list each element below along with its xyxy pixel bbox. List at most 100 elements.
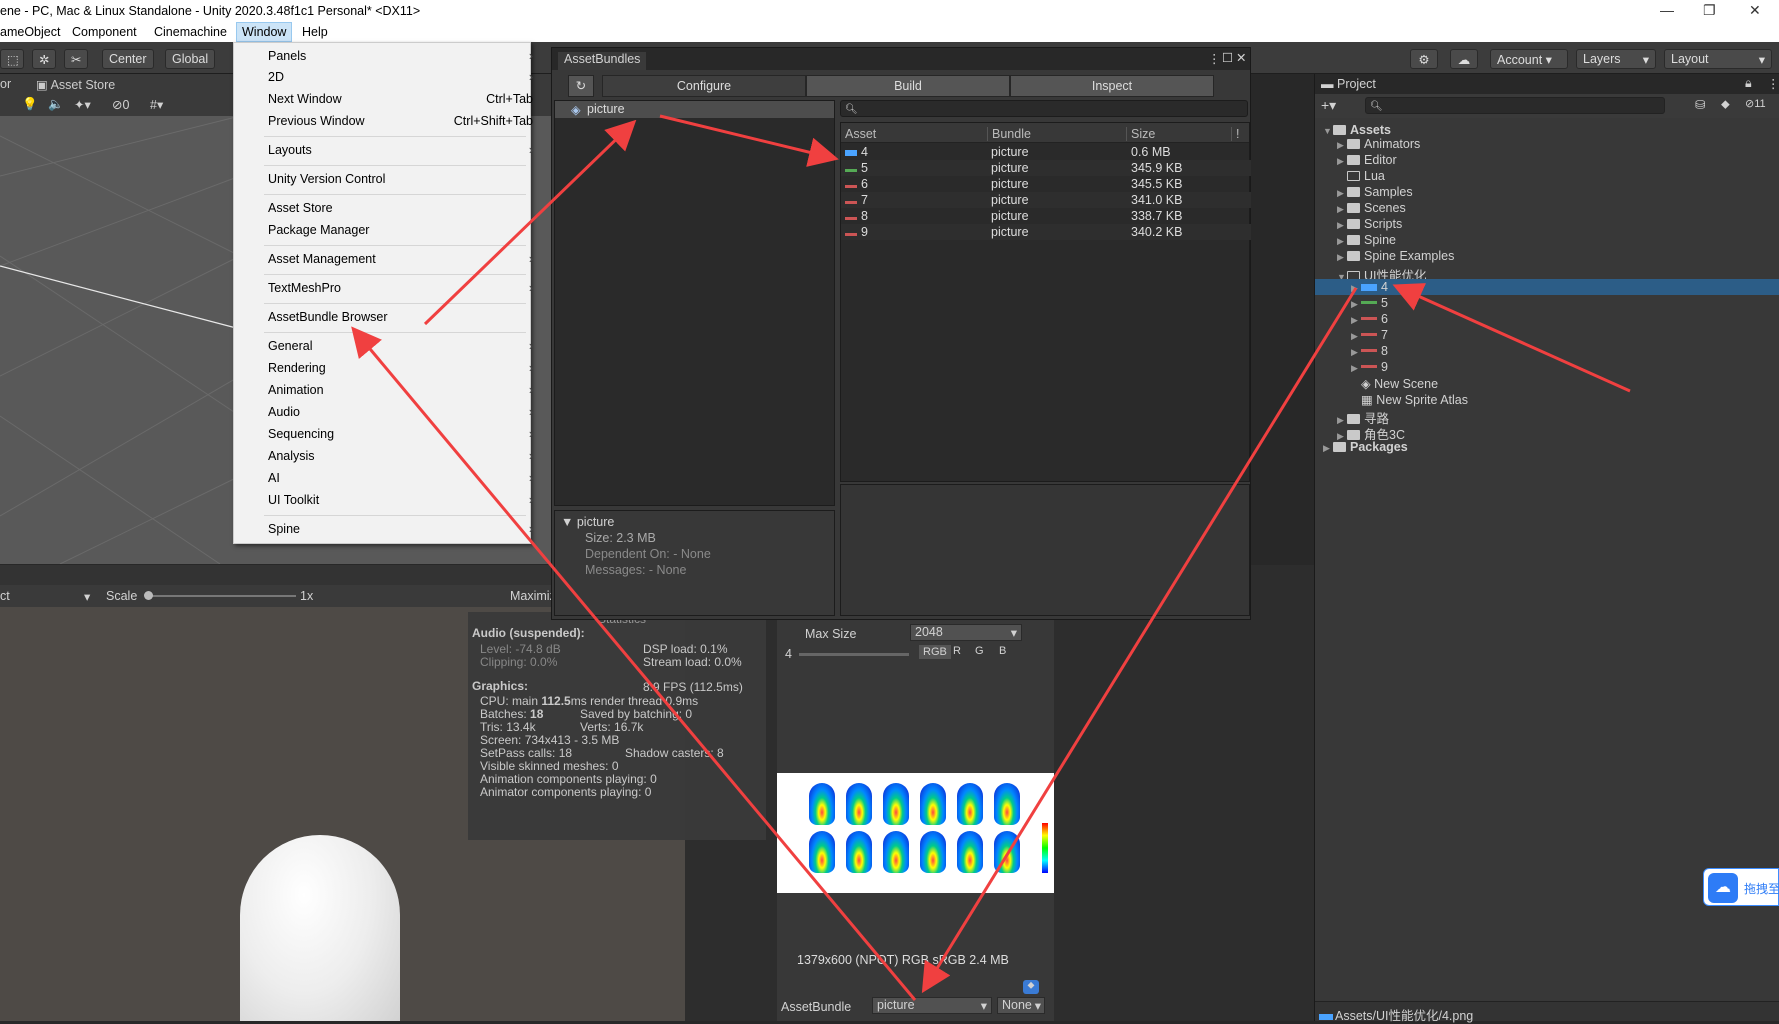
effects-icon[interactable]: ✦▾ xyxy=(74,97,91,112)
project-search-input[interactable]: 🔍︎ xyxy=(1365,97,1665,114)
menu-item-ui-toolkit[interactable]: UI Toolkit › xyxy=(268,493,533,507)
tree-spine-examples[interactable]: ▶ Spine Examples xyxy=(1337,249,1454,263)
menu-item-package-manager[interactable]: Package Manager xyxy=(268,223,369,237)
table-row[interactable]: 6 picture 345.5 KB xyxy=(841,176,1251,192)
menu-item-analysis[interactable]: Analysis › xyxy=(268,449,533,463)
transform-tool-icon[interactable]: ✲ xyxy=(32,49,56,69)
scene-tab-label[interactable]: or xyxy=(0,77,11,91)
max-size-dropdown[interactable]: 2048 ▾ xyxy=(910,624,1022,641)
menu-item-audio[interactable]: Audio › xyxy=(268,405,533,419)
filter-type-icon[interactable]: ⛁ xyxy=(1695,97,1705,112)
refresh-icon[interactable]: ↻ xyxy=(568,75,594,97)
menu-gameobject[interactable]: ameObject xyxy=(0,25,60,39)
audio-icon[interactable]: 🔈 xyxy=(48,97,64,112)
menu-item-asset-management[interactable]: Asset Management › xyxy=(268,252,533,266)
tab-configure[interactable]: Configure xyxy=(602,75,806,97)
menu-item-next-window[interactable]: Next Window Ctrl+Tab xyxy=(268,92,533,106)
menu-item-ai[interactable]: AI › xyxy=(268,471,533,485)
menu-item-asset-store[interactable]: Asset Store xyxy=(268,201,333,215)
account-dropdown[interactable]: Account ▾ xyxy=(1490,49,1568,69)
lighting-icon[interactable]: 💡 xyxy=(22,97,38,112)
menu-item-animation[interactable]: Animation › xyxy=(268,383,533,397)
menu-item-rendering[interactable]: Rendering › xyxy=(268,361,533,375)
tree-new-scene[interactable]: ◈ New Scene xyxy=(1361,376,1438,391)
col-bundle[interactable]: Bundle xyxy=(987,127,1031,141)
create-plus-icon[interactable]: +▾ xyxy=(1321,97,1336,114)
menu-item-2d[interactable]: 2D › xyxy=(268,70,533,84)
filter-label-icon[interactable]: ⬥ xyxy=(1721,97,1730,112)
minimize-button[interactable]: — xyxy=(1660,2,1674,18)
tree-scenes[interactable]: ▶ Scenes xyxy=(1337,201,1406,215)
tree-new-sprite-atlas[interactable]: ▦ New Sprite Atlas xyxy=(1361,392,1468,407)
menu-item-panels[interactable]: Panels › xyxy=(268,49,533,63)
col-flag[interactable]: ! xyxy=(1231,127,1239,141)
tree-item-5[interactable]: ▶ 5 xyxy=(1351,296,1388,310)
tree-lua[interactable]: Lua xyxy=(1337,169,1385,183)
grid-icon[interactable]: #▾ xyxy=(150,97,163,112)
assetbundles-tab[interactable]: AssetBundles xyxy=(558,52,647,70)
tree-samples[interactable]: ▶ Samples xyxy=(1337,185,1413,199)
tree-animators[interactable]: ▶ Animators xyxy=(1337,137,1420,151)
tree-packages[interactable]: ▶ Packages xyxy=(1323,440,1408,454)
scale-slider[interactable] xyxy=(146,595,296,597)
col-size[interactable]: Size xyxy=(1126,127,1155,141)
table-row[interactable]: 4 picture 0.6 MB xyxy=(841,144,1251,160)
menu-window[interactable]: Window xyxy=(236,22,293,42)
maximize-button[interactable]: ❐ xyxy=(1703,2,1716,19)
col-asset[interactable]: Asset xyxy=(845,127,876,141)
tree-item-8[interactable]: ▶ 8 xyxy=(1351,344,1388,358)
tab-build[interactable]: Build xyxy=(806,75,1010,97)
tree-spine[interactable]: ▶ Spine xyxy=(1337,233,1396,247)
channel-rgb[interactable]: RGB xyxy=(919,645,951,659)
kebab-menu-icon[interactable]: ⋮ xyxy=(1767,76,1779,91)
close-icon[interactable]: ✕ xyxy=(1236,50,1246,65)
custom-tool-icon[interactable]: ✂ xyxy=(64,49,88,69)
layout-dropdown[interactable]: Layout ▾ xyxy=(1664,49,1772,69)
gear-icon[interactable]: ⚙ xyxy=(1410,49,1438,69)
tree-item-9[interactable]: ▶ 9 xyxy=(1351,360,1388,374)
channel-r[interactable]: R xyxy=(953,645,961,657)
tree-scripts[interactable]: ▶ Scripts xyxy=(1337,217,1402,231)
menu-item-sequencing[interactable]: Sequencing › xyxy=(268,427,533,441)
channel-b[interactable]: B xyxy=(999,645,1006,657)
menu-item-previous-window[interactable]: Previous Window Ctrl+Shift+Tab xyxy=(268,114,533,128)
tree-editor[interactable]: ▶ Editor xyxy=(1337,153,1397,167)
tree-item-6[interactable]: ▶ 6 xyxy=(1351,312,1388,326)
menu-component[interactable]: Component xyxy=(72,25,137,39)
bundle-item[interactable]: ◈ picture xyxy=(555,101,834,118)
asset-search-input[interactable]: 🔍︎ xyxy=(840,100,1248,117)
pivot-center-button[interactable]: Center xyxy=(102,49,154,69)
menu-help[interactable]: Help xyxy=(302,25,328,39)
hidden-packages-icon[interactable]: ⊘11 xyxy=(1745,97,1766,110)
tree-item-7[interactable]: ▶ 7 xyxy=(1351,328,1388,342)
menu-item-general[interactable]: General › xyxy=(268,339,533,353)
lock-icon[interactable]: 🔒︎ xyxy=(1745,76,1752,91)
drag-upload-badge[interactable]: ☁ 拖拽至 xyxy=(1703,868,1779,906)
kebab-menu-icon[interactable]: ⋮ xyxy=(1208,51,1221,66)
layers-dropdown[interactable]: Layers ▾ xyxy=(1576,49,1656,69)
cloud-icon[interactable]: ☁ xyxy=(1450,49,1478,69)
project-tab[interactable]: ▬ Project xyxy=(1321,77,1376,91)
label-icon[interactable]: ⬥ xyxy=(1023,980,1039,994)
close-button[interactable]: ✕ xyxy=(1749,2,1761,19)
asset-store-tab[interactable]: ▣ Asset Store xyxy=(36,77,115,92)
table-row[interactable]: 5 picture 345.9 KB xyxy=(841,160,1251,176)
menu-item-assetbundle-browser[interactable]: AssetBundle Browser xyxy=(268,310,388,324)
hidden-objects-icon[interactable]: ⊘0 xyxy=(112,97,129,112)
maximize-icon[interactable]: ☐ xyxy=(1222,50,1233,65)
table-row[interactable]: 8 picture 338.7 KB xyxy=(841,208,1251,224)
mip-slider[interactable] xyxy=(799,653,909,656)
menu-cinemachine[interactable]: Cinemachine xyxy=(154,25,227,39)
table-row[interactable]: 9 picture 340.2 KB xyxy=(841,224,1251,240)
channel-g[interactable]: G xyxy=(975,645,984,657)
pivot-global-button[interactable]: Global xyxy=(165,49,216,69)
maximize-toggle[interactable]: Maximiz xyxy=(510,589,556,603)
variant-dropdown[interactable]: None ▾ xyxy=(997,997,1045,1014)
tab-inspect[interactable]: Inspect xyxy=(1010,75,1214,97)
scale-slider-thumb[interactable] xyxy=(144,591,153,600)
tree-item-4[interactable]: ▶ 4 xyxy=(1351,280,1388,294)
menu-item-layouts[interactable]: Layouts › xyxy=(268,143,533,157)
menu-item-unity-version-control[interactable]: Unity Version Control xyxy=(268,172,385,186)
tree-assets[interactable]: ▼ Assets xyxy=(1323,123,1391,137)
rect-tool-icon[interactable]: ⬚ xyxy=(0,49,24,69)
